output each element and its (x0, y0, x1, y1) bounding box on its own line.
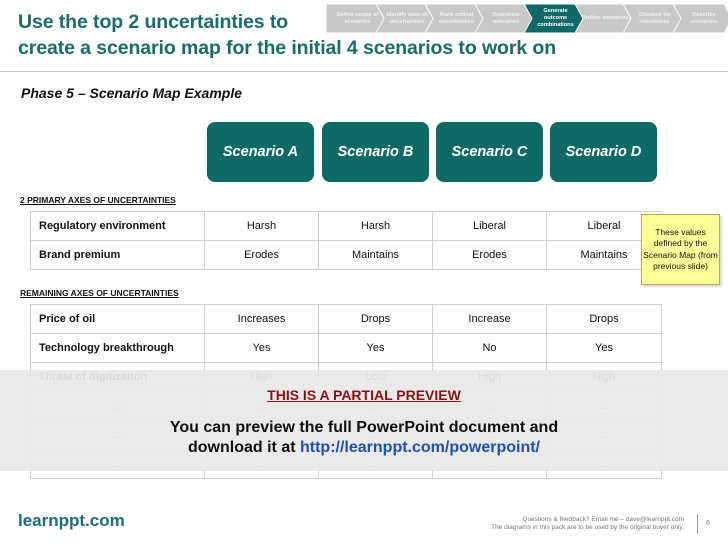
preview-link[interactable]: http://learnppt.com/powerpoint/ (300, 439, 540, 456)
process-step-label: Generate outcome combinations (537, 8, 574, 28)
footer-line-1: Questions & feedback? Email me – dave@le… (522, 516, 684, 523)
cell-value: Drops (546, 304, 662, 334)
row-label: Price of oil (30, 304, 205, 334)
page-number: 6 (706, 520, 710, 527)
process-step-label: Describe scenarios (690, 11, 718, 25)
row-label: Technology breakthrough (30, 333, 205, 363)
scenario-a-header: Scenario A (207, 122, 314, 182)
primary-axes-table: Regulatory environment Harsh Harsh Liber… (30, 211, 662, 270)
cell-value: Increase (432, 304, 547, 334)
slide-subtitle: Phase 5 – Scenario Map Example (21, 85, 242, 101)
remaining-axes-heading: REMAINING AXES OF UNCERTAINTIES (20, 288, 179, 298)
cell-value: Maintains (318, 240, 433, 270)
process-step-label: Outline scenarios (581, 15, 629, 21)
preview-line-2: download it at http://learnppt.com/power… (0, 438, 728, 458)
footer-divider (697, 514, 698, 534)
process-step: Describe scenarios (672, 4, 728, 33)
table-row: Price of oil Increases Drops Increase Dr… (30, 304, 662, 334)
preview-title-text: THIS IS A PARTIAL PREVIEW (267, 387, 461, 403)
scenario-b-header: Scenario B (322, 122, 429, 182)
cell-value: Yes (204, 333, 319, 363)
footer-note: Questions & feedback? Email me – dave@le… (491, 516, 684, 532)
title-divider (0, 71, 728, 72)
table-row: Brand premium Erodes Maintains Erodes Ma… (30, 240, 662, 270)
process-chevrons: Define scope of scenarios Identify axes o… (326, 4, 728, 33)
callout-text: These values defined by the Scenario Map… (643, 226, 718, 272)
title-line-2: create a scenario map for the initial 4 … (18, 37, 557, 59)
brand-logo[interactable]: learnppt.com (18, 511, 125, 531)
preview-title: THIS IS A PARTIAL PREVIEW (0, 387, 728, 403)
process-step-label: Define scope of scenarios (336, 11, 379, 25)
cell-value: Erodes (204, 240, 319, 270)
preview-message: You can preview the full PowerPoint docu… (0, 418, 728, 458)
callout-note: These values defined by the Scenario Map… (641, 214, 720, 285)
footer-line-2: The diagrams in this pack are to be used… (491, 524, 684, 531)
cell-value: Yes (318, 333, 433, 363)
row-label: Regulatory environment (30, 211, 205, 241)
cell-value: Yes (546, 333, 662, 363)
process-step-label: Checked for robustness (638, 11, 671, 25)
cell-value: No (432, 333, 547, 363)
cell-value: Liberal (432, 211, 547, 241)
process-step-label: Determine outcomes (492, 11, 520, 25)
process-step-label: Rank critical uncertainties (439, 11, 474, 25)
cell-value: Harsh (318, 211, 433, 241)
table-row: Regulatory environment Harsh Harsh Liber… (30, 211, 662, 241)
cell-value: Erodes (432, 240, 547, 270)
cell-value: Increases (204, 304, 319, 334)
process-step: Generate outcome combinations (524, 4, 583, 33)
preview-line-1: You can preview the full PowerPoint docu… (169, 419, 559, 436)
row-label: Brand premium (30, 240, 205, 270)
preview-line-2-prefix: download it at (188, 439, 300, 456)
process-step-label: Identify axes of uncertainties (386, 11, 428, 25)
cell-value: Drops (318, 304, 433, 334)
primary-axes-heading: 2 PRIMARY AXES OF UNCERTAINTIES (20, 195, 176, 205)
scenario-c-header: Scenario C (436, 122, 543, 182)
scenario-d-header: Scenario D (550, 122, 657, 182)
table-row: Technology breakthrough Yes Yes No Yes (30, 333, 662, 363)
cell-value: Harsh (204, 211, 319, 241)
